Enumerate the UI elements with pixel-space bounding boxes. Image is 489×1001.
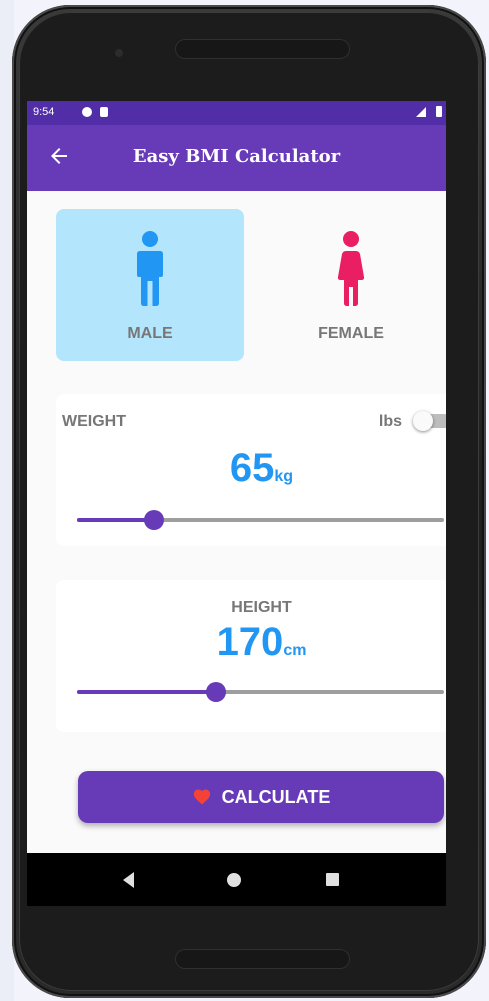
weight-value-display: 65kg <box>56 446 446 491</box>
earpiece-speaker <box>175 39 350 59</box>
system-nav-bar <box>27 853 446 906</box>
app-screen: 9:54 Easy BMI Calculator MALE FEMALE WEI… <box>27 101 446 906</box>
height-label: HEIGHT <box>231 599 292 616</box>
height-value: 170 <box>216 620 284 664</box>
weight-label: WEIGHT <box>62 413 126 430</box>
height-value-display: 170cm <box>56 620 446 665</box>
slider-thumb[interactable] <box>206 682 227 702</box>
weight-slider[interactable] <box>77 510 444 530</box>
gender-label-male: MALE <box>127 325 173 342</box>
sd-card-icon <box>100 107 108 117</box>
signal-icon <box>416 107 426 117</box>
gender-card-male[interactable]: MALE <box>56 209 244 361</box>
camera-icon <box>115 49 123 57</box>
status-right-icons <box>416 106 442 118</box>
height-panel: HEIGHT 170cm <box>56 580 446 732</box>
page-title: Easy BMI Calculator <box>132 146 341 167</box>
bottom-speaker <box>175 949 350 969</box>
gender-label-female: FEMALE <box>318 325 384 342</box>
nav-back-icon[interactable] <box>123 872 134 888</box>
heart-icon <box>193 789 210 805</box>
gender-card-female[interactable]: FEMALE <box>257 209 445 361</box>
slider-fill <box>77 690 217 694</box>
calculate-label: CALCULATE <box>221 787 331 807</box>
app-bar: Easy BMI Calculator <box>27 125 446 191</box>
slider-fill <box>77 518 155 522</box>
status-bar: 9:54 <box>27 101 446 125</box>
nav-recents-icon[interactable] <box>326 873 339 886</box>
lbs-toggle[interactable] <box>413 411 446 431</box>
male-person-icon <box>137 231 163 306</box>
height-slider[interactable] <box>77 682 444 702</box>
notification-icon <box>82 107 92 117</box>
nav-home-icon[interactable] <box>227 873 241 887</box>
calculate-button-content: CALCULATE <box>78 787 444 808</box>
female-person-icon <box>337 231 365 306</box>
slider-thumb[interactable] <box>144 510 165 530</box>
height-unit: cm <box>283 642 307 659</box>
lbs-toggle-label: lbs <box>378 413 402 430</box>
battery-icon <box>436 106 442 117</box>
weight-value: 65 <box>229 446 275 490</box>
weight-panel: WEIGHT lbs 65kg <box>56 394 446 546</box>
toggle-knob <box>413 411 433 431</box>
weight-unit: kg <box>274 468 294 485</box>
status-time: 9:54 <box>33 106 55 118</box>
calculate-button[interactable]: CALCULATE <box>78 771 444 823</box>
